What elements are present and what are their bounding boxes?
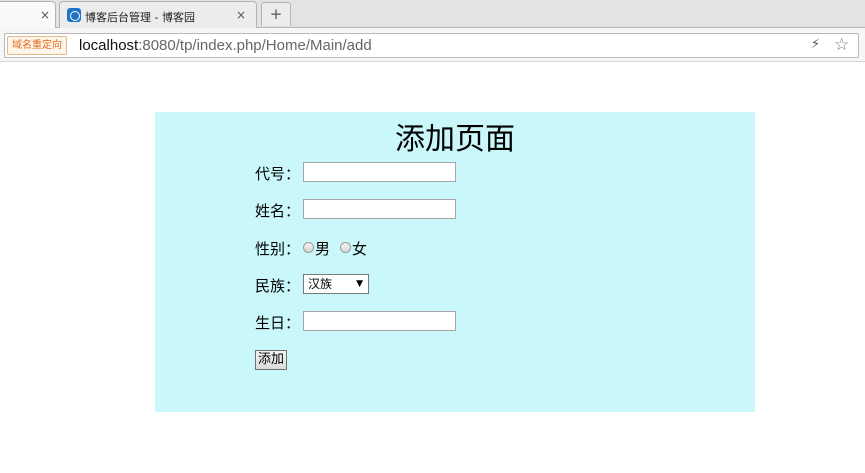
gender-male-label[interactable]: 男 (315, 238, 330, 259)
star-icon[interactable]: ☆ (834, 35, 849, 55)
url-path: :8080/tp/index.php/Home/Main/add (138, 37, 372, 54)
add-button[interactable]: 添加 (255, 350, 288, 370)
add-form-panel: 添加页面 代号： 姓名： 性别： 男 女 民族： 汉族 ▼ 生日： 添加 (155, 112, 755, 412)
gender-label: 性别： (255, 240, 301, 258)
browser-toolbar: 域名重定向 localhost:8080/tp/index.php/Home/M… (0, 28, 865, 62)
url-text[interactable]: localhost:8080/tp/index.php/Home/Main/ad… (79, 37, 372, 54)
tab-close-icon[interactable]: × (236, 8, 246, 22)
tab-close-icon[interactable]: × (40, 8, 50, 22)
name-label: 姓名： (255, 202, 301, 220)
gender-male-radio[interactable] (303, 242, 314, 253)
page-title: 添加页面 (395, 123, 515, 156)
redirect-badge[interactable]: 域名重定向 (7, 36, 67, 55)
browser-tab-strip: × 博客后台管理 - 博客园 × + (0, 0, 865, 28)
code-label: 代号： (255, 165, 301, 183)
birthday-input[interactable] (303, 311, 456, 331)
nation-label: 民族： (255, 277, 301, 295)
dropdown-arrow-icon: ▼ (356, 279, 363, 289)
tab-blog-admin[interactable]: 博客后台管理 - 博客园 × (59, 1, 257, 28)
gender-female-radio[interactable] (340, 242, 351, 253)
code-input[interactable] (303, 162, 456, 182)
cnblogs-favicon-icon (67, 8, 81, 22)
new-tab-button[interactable]: + (261, 2, 291, 26)
birthday-label: 生日： (255, 314, 301, 332)
nation-select[interactable]: 汉族 ▼ (303, 274, 369, 294)
bolt-icon[interactable]: ⚡︎ (811, 37, 820, 52)
tab-title: 博客后台管理 - 博客园 (85, 11, 195, 24)
address-bar[interactable]: 域名重定向 localhost:8080/tp/index.php/Home/M… (4, 33, 859, 58)
nation-selected-value: 汉族 (308, 277, 333, 291)
tab-current[interactable]: × (0, 1, 56, 28)
url-host: localhost (79, 37, 139, 54)
gender-female-label[interactable]: 女 (352, 238, 367, 259)
name-input[interactable] (303, 199, 456, 219)
